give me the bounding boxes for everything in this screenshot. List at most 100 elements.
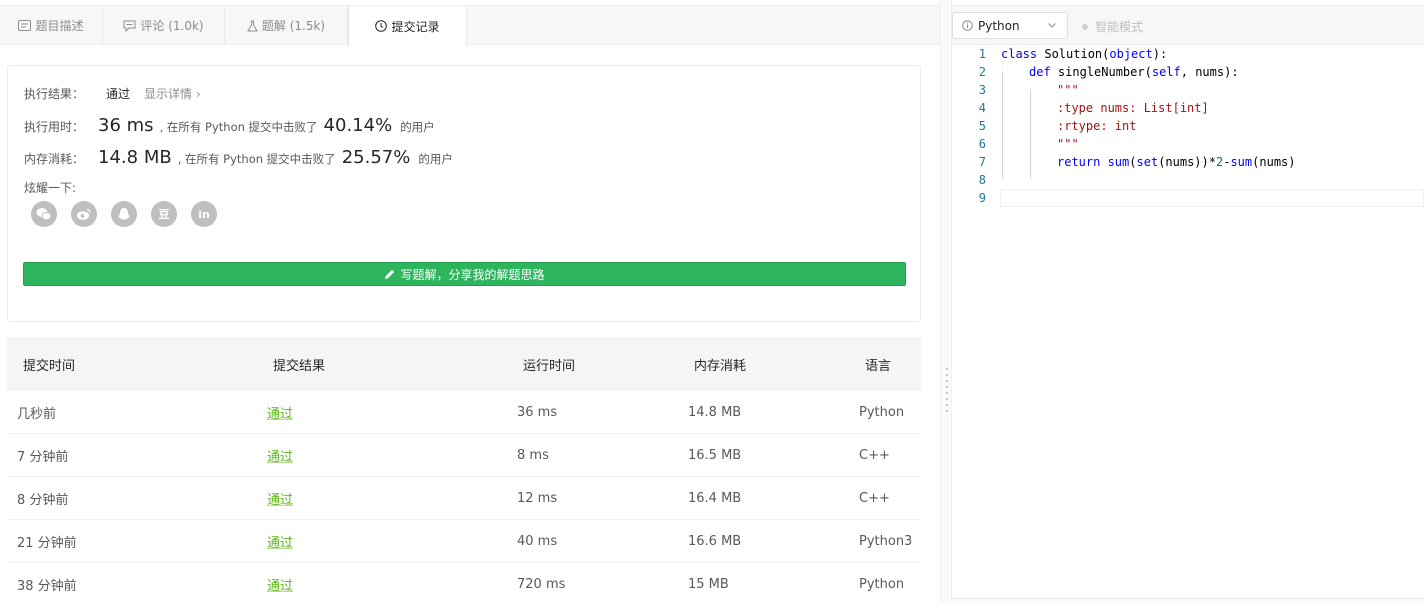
tab-comments[interactable]: 评论 (1.0k) [103, 6, 225, 45]
cell-language: Python3 [859, 533, 913, 549]
code-token: (nums) [1252, 155, 1296, 169]
tab-solutions[interactable]: 题解 (1.5k) [225, 6, 348, 45]
write-solution-label: 写题解，分享我的解题思路 [400, 267, 545, 282]
cell-memory: 16.4 MB [688, 490, 742, 506]
cell-result-link[interactable]: 通过 [267, 403, 293, 422]
cell-result-link[interactable]: 通过 [267, 489, 293, 508]
tab-solutions-label: 题解 (1.5k) [261, 19, 326, 33]
submissions-table: 提交时间 提交结果 运行时间 内存消耗 语言 几秒前 通过 36 ms 14.8… [7, 337, 921, 603]
pencil-icon [385, 269, 395, 279]
cell-result-link[interactable]: 通过 [267, 446, 293, 465]
code-token: ): [1152, 47, 1168, 61]
header-language[interactable]: 语言 [865, 337, 891, 391]
header-submit-time[interactable]: 提交时间 [23, 337, 75, 391]
table-row[interactable]: 7 分钟前 通过 8 ms 16.5 MB C++ [7, 434, 921, 477]
cell-language: C++ [859, 447, 890, 463]
memory-text: , 在所有 Python 提交中击败了 [177, 152, 336, 166]
runtime-row: 执行用时： 36 ms , 在所有 Python 提交中击败了 40.14% 的… [24, 115, 435, 136]
cell-memory: 14.8 MB [688, 404, 742, 420]
code-token: singleNumber( [1050, 65, 1152, 79]
tab-description-label: 题目描述 [35, 19, 84, 33]
tab-description[interactable]: 题目描述 [0, 6, 103, 45]
header-memory[interactable]: 内存消耗 [694, 337, 746, 391]
current-line-highlight [1000, 189, 1424, 207]
exec-result-row: 执行结果： 通过 显示详情 › [24, 85, 201, 102]
language-select[interactable]: Python [952, 12, 1068, 39]
cell-submit-time: 8 分钟前 [17, 492, 69, 508]
editor-footer-bar [952, 598, 1424, 603]
qq-icon[interactable] [111, 201, 137, 227]
cell-runtime: 12 ms [517, 490, 558, 506]
tab-comments-label: 评论 (1.0k) [140, 19, 204, 33]
code-token: , nums): [1180, 65, 1239, 79]
linkedin-icon[interactable]: in [191, 201, 217, 227]
drag-handle[interactable] [946, 368, 948, 414]
table-row[interactable]: 几秒前 通过 36 ms 14.8 MB Python [7, 391, 921, 434]
line-number: 3 [978, 83, 986, 97]
code-token: object [1109, 47, 1153, 61]
cell-language: C++ [859, 490, 890, 506]
douban-glyph: 豆 [158, 208, 170, 221]
left-pane: 题目描述 评论 (1.0k) 题解 (1.5k) 提交记录 执行结果： 通过 显… [0, 0, 940, 603]
code-token: class [1001, 47, 1038, 61]
cell-submit-time: 几秒前 [17, 406, 57, 422]
line-number: 6 [978, 137, 986, 151]
smart-mode-toggle[interactable]: 智能模式 [1082, 18, 1143, 35]
tab-bar: 题目描述 评论 (1.0k) 题解 (1.5k) 提交记录 [0, 5, 940, 46]
runtime-value: 36 ms [98, 115, 154, 136]
show-details-link[interactable]: 显示详情 › [144, 85, 201, 102]
cell-result-link[interactable]: 通过 [267, 575, 293, 594]
code-token: def [1029, 65, 1051, 79]
cell-memory: 15 MB [688, 576, 729, 592]
weibo-icon[interactable] [71, 201, 97, 227]
code-token: sum [1230, 155, 1253, 169]
tab-submissions[interactable]: 提交记录 [348, 6, 467, 46]
cell-result-link[interactable]: 通过 [267, 532, 293, 551]
runtime-percent: 40.14% [323, 115, 393, 136]
wechat-icon[interactable] [31, 201, 57, 227]
cell-runtime: 8 ms [517, 447, 549, 463]
tab-submissions-label: 提交记录 [391, 19, 440, 34]
table-row[interactable]: 8 分钟前 通过 12 ms 16.4 MB C++ [7, 477, 921, 520]
cell-runtime: 40 ms [517, 533, 558, 549]
code-token: set [1136, 155, 1159, 169]
line-number: 7 [978, 155, 986, 169]
indent-guide [1002, 71, 1003, 179]
write-solution-button[interactable]: 写题解，分享我的解题思路 [23, 262, 906, 286]
line-number: 5 [978, 119, 986, 133]
code-line-4: :type nums: List[int] [1057, 101, 1209, 115]
code-line-3: """ [1057, 83, 1079, 97]
cell-language: Python [859, 576, 905, 592]
smart-mode-dot [1082, 23, 1088, 30]
cell-submit-time: 38 分钟前 [17, 578, 77, 594]
cell-language: Python [859, 404, 905, 420]
linkedin-glyph: in [198, 207, 210, 221]
exec-result-label: 执行结果： [24, 87, 85, 101]
code-token: sum [1100, 155, 1130, 169]
code-line-2: def singleNumber(self, nums): [1029, 65, 1239, 79]
code-editor[interactable]: 1 2 3 4 5 6 7 8 9 class Solution(object)… [952, 45, 1424, 598]
line-number: 8 [978, 173, 986, 187]
clock-icon [375, 20, 388, 32]
exec-result-value: 通过 [106, 87, 131, 101]
code-token: Solution( [1037, 47, 1110, 61]
table-row[interactable]: 38 分钟前 通过 720 ms 15 MB Python [7, 563, 921, 603]
cell-runtime: 720 ms [517, 576, 566, 592]
table-row[interactable]: 21 分钟前 通过 40 ms 16.6 MB Python3 [7, 520, 921, 563]
header-runtime[interactable]: 运行时间 [523, 337, 575, 391]
code-token: (nums))* [1158, 155, 1216, 169]
header-submit-result[interactable]: 提交结果 [273, 337, 325, 391]
line-number: 9 [978, 191, 986, 205]
submission-result-card: 执行结果： 通过 显示详情 › 执行用时： 36 ms , 在所有 Python… [7, 65, 921, 322]
memory-suffix: 的用户 [418, 152, 453, 166]
cell-memory: 16.5 MB [688, 447, 742, 463]
pane-splitter[interactable] [940, 0, 952, 603]
line-number: 4 [978, 101, 986, 115]
editor-toolbar: Python 智能模式 [952, 5, 1424, 45]
code-token: ( [1129, 155, 1137, 169]
share-row: 炫耀一下: [24, 179, 76, 196]
code-line-7: return sum(set(nums))*2-sum(nums) [1057, 155, 1296, 169]
editor-pane: Python 智能模式 1 2 3 4 5 6 7 8 9 class Solu… [952, 0, 1424, 603]
chevron-down-icon [1048, 23, 1056, 28]
douban-icon[interactable]: 豆 [151, 201, 177, 227]
